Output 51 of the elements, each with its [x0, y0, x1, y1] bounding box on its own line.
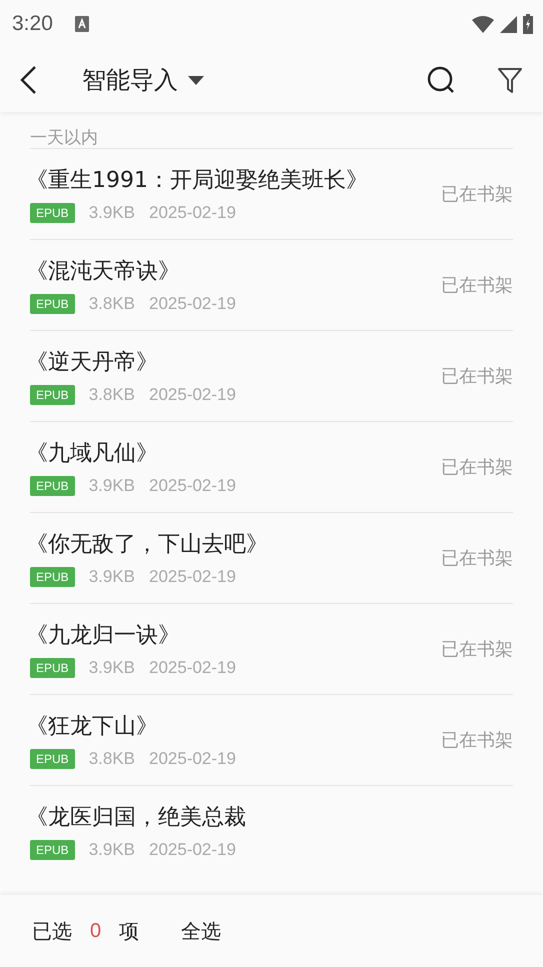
section-header: 一天以内: [29, 127, 99, 148]
shelf-status: 已在书架: [441, 183, 513, 206]
book-row[interactable]: 《你无敌了，下山去吧》 EPUB 3.9KB 2025-02-19 已在书架: [30, 512, 513, 603]
file-size: 3.8KB: [88, 385, 135, 405]
shelf-status: 已在书架: [441, 456, 513, 479]
format-tag: EPUB: [30, 840, 75, 860]
shelf-status: 已在书架: [441, 274, 513, 297]
format-tag: EPUB: [30, 658, 75, 678]
shelf-status: 已在书架: [441, 638, 513, 661]
format-tag: EPUB: [30, 476, 75, 496]
book-row[interactable]: 《龙医归国，绝美总裁 EPUB 3.9KB 2025-02-19: [30, 785, 513, 876]
format-tag: EPUB: [30, 385, 75, 405]
book-row[interactable]: 《九龙归一诀》 EPUB 3.9KB 2025-02-19 已在书架: [30, 603, 513, 694]
file-size: 3.9KB: [88, 203, 135, 223]
book-row[interactable]: 《九域凡仙》 EPUB 3.9KB 2025-02-19 已在书架: [30, 421, 513, 512]
book-row[interactable]: 《逆天丹帝》 EPUB 3.8KB 2025-02-19 已在书架: [30, 330, 513, 421]
file-size: 3.9KB: [88, 567, 135, 587]
file-size: 3.9KB: [88, 840, 135, 860]
file-date: 2025-02-19: [149, 385, 236, 405]
file-date: 2025-02-19: [149, 294, 236, 314]
selected-label: 已选: [32, 918, 72, 944]
format-tag: EPUB: [30, 203, 75, 223]
file-size: 3.9KB: [88, 476, 135, 496]
wifi-icon: [472, 16, 494, 32]
shelf-status: 已在书架: [441, 547, 513, 570]
book-row[interactable]: 《重生1991：开局迎娶绝美班长》 EPUB 3.9KB 2025-02-19 已在书架: [30, 148, 513, 239]
book-row[interactable]: 《狂龙下山》 EPUB 3.8KB 2025-02-19 已在书架: [30, 694, 513, 785]
format-tag: EPUB: [30, 294, 75, 314]
file-size: 3.9KB: [88, 658, 135, 678]
battery-icon: [523, 14, 533, 34]
book-row[interactable]: 《混沌天帝诀》 EPUB 3.8KB 2025-02-19 已在书架: [30, 239, 513, 330]
signal-icon: [500, 16, 517, 32]
file-date: 2025-02-19: [149, 476, 236, 496]
file-date: 2025-02-19: [149, 567, 236, 587]
format-tag: EPUB: [30, 567, 75, 587]
selected-count: 0: [90, 920, 102, 942]
selected-label: 项: [119, 918, 140, 944]
source-dropdown[interactable]: 智能导入: [82, 64, 204, 96]
status-time: 3:20: [12, 12, 53, 36]
keyboard-notification-icon: [74, 16, 89, 32]
file-size: 3.8KB: [88, 294, 135, 314]
file-date: 2025-02-19: [149, 840, 236, 860]
file-date: 2025-02-19: [149, 658, 236, 678]
shelf-status: 已在书架: [441, 365, 513, 388]
file-date: 2025-02-19: [149, 203, 236, 223]
file-date: 2025-02-19: [149, 749, 236, 769]
shelf-status: 已在书架: [441, 729, 513, 752]
format-tag: EPUB: [30, 749, 75, 769]
caret-icon: [188, 76, 204, 84]
file-size: 3.8KB: [88, 749, 135, 769]
select-all-button[interactable]: 全选: [181, 918, 222, 944]
